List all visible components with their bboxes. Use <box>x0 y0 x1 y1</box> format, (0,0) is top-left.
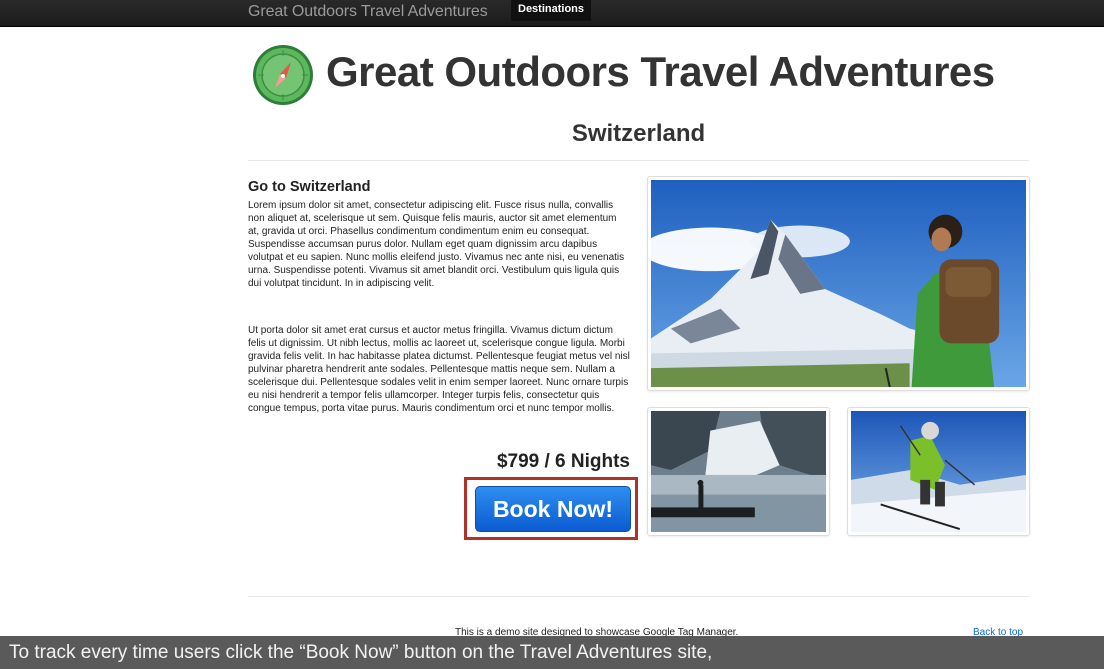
article-paragraph: Lorem ipsum dolor sit amet, consectetur … <box>248 200 625 289</box>
skier-image <box>847 407 1030 536</box>
tab-destinations[interactable]: Destinations <box>511 0 592 21</box>
caption-bar: To track every time users click the “Boo… <box>0 636 1104 669</box>
price-label: $799 / 6 Nights <box>496 451 630 472</box>
divider <box>248 596 1029 597</box>
article-paragraph: Ut porta dolor sit amet erat cursus et a… <box>248 325 630 414</box>
book-now-button[interactable]: Book Now! <box>475 486 631 532</box>
waterfall-boat-image <box>647 407 830 536</box>
article-heading: Go to Switzerland <box>248 179 371 195</box>
site-title: Great Outdoors Travel Adventures <box>326 48 995 95</box>
divider <box>248 160 1029 161</box>
navbar-brand[interactable]: Great Outdoors Travel Adventures <box>248 2 488 22</box>
page: Great Outdoors Travel Adventures Destina… <box>0 0 1104 669</box>
caption-text: To track every time users click the “Boo… <box>9 642 713 663</box>
page-title: Switzerland <box>571 120 706 147</box>
compass-icon <box>252 44 314 106</box>
top-navbar: Great Outdoors Travel Adventures Destina… <box>0 0 1104 27</box>
matterhorn-hiker-image <box>647 176 1030 391</box>
